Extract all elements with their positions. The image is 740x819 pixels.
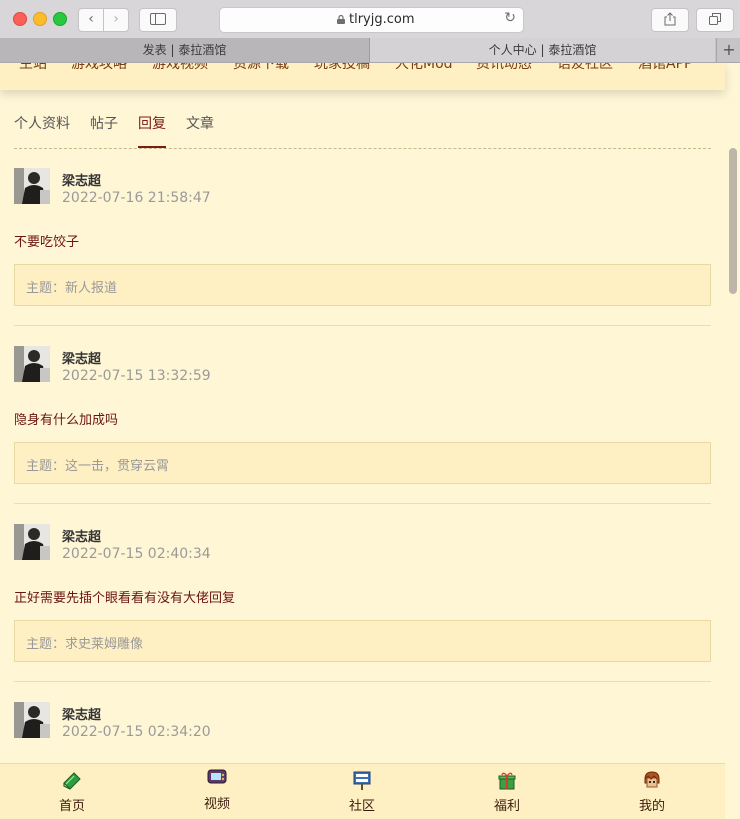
bottom-nav-mine[interactable]: 我的 bbox=[612, 764, 692, 819]
topic-title: 主题：新人报道 bbox=[26, 281, 118, 296]
divider bbox=[14, 325, 711, 326]
nav-item-guides[interactable]: 游戏攻略 bbox=[71, 63, 127, 73]
nav-item-mod[interactable]: 大化Mod bbox=[395, 63, 453, 73]
tab-posts[interactable]: 帖子 bbox=[90, 113, 118, 133]
topic-box[interactable]: 主题：求史莱姆雕像 bbox=[14, 620, 711, 662]
reply-text[interactable]: 隐身有什么加成吗 bbox=[14, 409, 118, 428]
bottom-nav-label: 视频 bbox=[203, 797, 230, 812]
bottom-nav-label: 社区 bbox=[348, 799, 375, 814]
avatar[interactable] bbox=[14, 346, 50, 382]
share-icon bbox=[664, 12, 676, 26]
bottom-nav-home[interactable]: 首页 bbox=[32, 764, 112, 819]
tab-replies[interactable]: 回复 bbox=[138, 113, 166, 133]
sidebar-icon bbox=[150, 13, 166, 25]
bottom-nav-video[interactable]: 视频 bbox=[177, 764, 257, 819]
tab-profile[interactable]: 个人资料 bbox=[14, 113, 70, 133]
nav-item-app[interactable]: 酒馆APP bbox=[638, 63, 692, 73]
nav-item-videos[interactable]: 游戏视频 bbox=[152, 63, 208, 73]
divider bbox=[14, 503, 711, 504]
browser-tab-active[interactable]: 个人中心 | 泰拉酒馆 bbox=[370, 38, 715, 62]
reply-time: 2022-07-15 02:34:20 bbox=[62, 724, 211, 740]
topic-box[interactable]: 主题：新人报道 bbox=[14, 264, 711, 306]
chevron-right-icon: › bbox=[113, 11, 119, 27]
topic-box[interactable]: 主题：这一击，贯穿云霄 bbox=[14, 442, 711, 484]
reply-text[interactable]: 正好需要先插个眼看看有没有大佬回复 bbox=[14, 587, 235, 606]
site-navigation: 主站 游戏攻略 游戏视频 资源下载 玩家投稿 大化Mod 资讯动态 语友社区 酒… bbox=[0, 63, 725, 90]
new-tab-button[interactable]: + bbox=[716, 38, 740, 62]
bottom-nav-welfare[interactable]: 福利 bbox=[467, 764, 547, 819]
sidebar-toggle-button[interactable] bbox=[139, 8, 177, 32]
topic-title: 主题：这一击，贯穿云霄 bbox=[26, 459, 170, 474]
url-text: tlryjg.com bbox=[349, 12, 415, 27]
reply-time: 2022-07-16 21:58:47 bbox=[62, 190, 211, 206]
bottom-nav-label: 我的 bbox=[638, 799, 665, 814]
author-name[interactable]: 梁志超 bbox=[62, 704, 101, 723]
author-name[interactable]: 梁志超 bbox=[62, 526, 101, 545]
avatar[interactable] bbox=[14, 524, 50, 560]
tab-articles[interactable]: 文章 bbox=[186, 113, 214, 133]
book-icon bbox=[63, 772, 81, 790]
bottom-nav-community[interactable]: 社区 bbox=[322, 764, 402, 819]
author-name[interactable]: 梁志超 bbox=[62, 348, 101, 367]
topic-title: 主题：求史莱姆雕像 bbox=[26, 637, 144, 652]
share-button[interactable] bbox=[651, 8, 689, 32]
avatar[interactable] bbox=[14, 702, 50, 738]
character-icon bbox=[644, 771, 660, 788]
author-name[interactable]: 梁志超 bbox=[62, 170, 101, 189]
reply-time: 2022-07-15 13:32:59 bbox=[62, 368, 211, 384]
browser-tab[interactable]: 发表 | 泰拉酒馆 bbox=[0, 38, 370, 62]
bottom-navigation: 首页 视频 社区 福利 我的 bbox=[0, 763, 725, 819]
avatar[interactable] bbox=[14, 168, 50, 204]
bottom-nav-label: 首页 bbox=[58, 799, 85, 814]
reply-time: 2022-07-15 02:40:34 bbox=[62, 546, 211, 562]
reply-text[interactable]: 不要吃饺子 bbox=[14, 231, 79, 250]
signboard-icon bbox=[353, 771, 371, 790]
bottom-nav-label: 福利 bbox=[493, 799, 520, 814]
gift-icon bbox=[498, 772, 516, 790]
nav-item-community[interactable]: 语友社区 bbox=[557, 63, 613, 73]
browser-toolbar: ‹ › tlryjg.com ↻ bbox=[0, 0, 740, 39]
close-window-button[interactable] bbox=[13, 12, 27, 26]
tabs-overview-icon bbox=[709, 13, 721, 25]
page-scrollbar[interactable] bbox=[729, 148, 737, 294]
nav-item-news[interactable]: 资讯动态 bbox=[476, 63, 532, 73]
divider bbox=[14, 148, 711, 149]
zoom-window-button[interactable] bbox=[53, 12, 67, 26]
chevron-left-icon: ‹ bbox=[88, 11, 94, 27]
nav-item-submissions[interactable]: 玩家投稿 bbox=[314, 63, 370, 73]
forward-button[interactable]: › bbox=[103, 8, 129, 32]
show-tabs-button[interactable] bbox=[696, 8, 734, 32]
address-bar[interactable]: tlryjg.com ↻ bbox=[219, 7, 524, 33]
divider bbox=[14, 681, 711, 682]
lock-icon bbox=[337, 15, 345, 24]
nav-item-downloads[interactable]: 资源下载 bbox=[233, 63, 289, 73]
page-viewport: 主站 游戏攻略 游戏视频 资源下载 玩家投稿 大化Mod 资讯动态 语友社区 酒… bbox=[0, 63, 740, 819]
minimize-window-button[interactable] bbox=[33, 12, 47, 26]
browser-tab-bar: 发表 | 泰拉酒馆 个人中心 | 泰拉酒馆 + bbox=[0, 38, 740, 63]
tv-icon bbox=[207, 769, 227, 784]
nav-item-main[interactable]: 主站 bbox=[19, 63, 47, 73]
reload-icon[interactable]: ↻ bbox=[504, 10, 516, 26]
back-button[interactable]: ‹ bbox=[78, 8, 104, 32]
